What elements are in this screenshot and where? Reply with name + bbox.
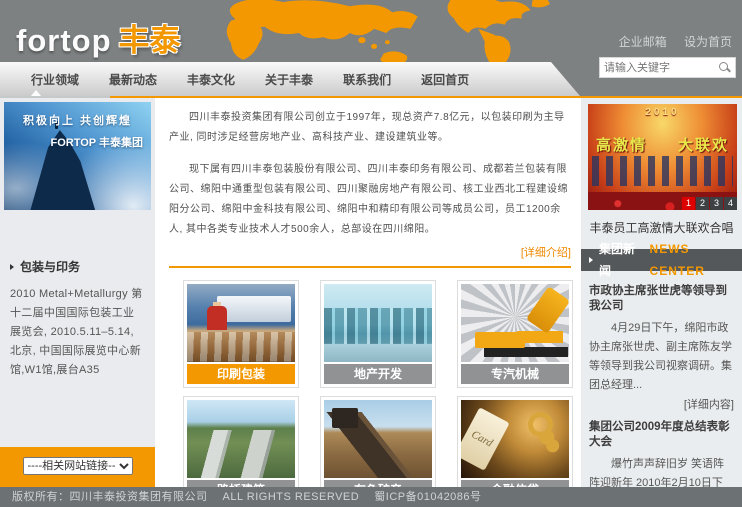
detail-intro-link[interactable]: [详细介绍] bbox=[169, 244, 571, 260]
left-sidebar: 积极向上 共创辉煌 FORTOP 丰泰集团 包装与印务 2010 Metal+M… bbox=[0, 98, 155, 487]
right-sidebar: 2010 高激情 大联欢 1 2 3 4 丰泰员工高激情大联欢合唱 集团新闻 N… bbox=[581, 98, 742, 487]
page-1-button[interactable]: 1 bbox=[682, 197, 695, 210]
related-links-select[interactable]: ----相关网站链接---- bbox=[23, 457, 133, 475]
site-header: fortop丰泰 企业邮箱 设为首页 行业领域 最新动态 丰泰文化 关于丰泰 联… bbox=[0, 0, 742, 96]
related-links-block: ----相关网站链接---- bbox=[0, 447, 155, 487]
page-4-button[interactable]: 4 bbox=[724, 197, 737, 210]
printing-photo bbox=[187, 284, 295, 362]
tile-label: 专汽机械 bbox=[461, 364, 569, 384]
highway-photo bbox=[187, 400, 295, 478]
search-icon[interactable] bbox=[719, 62, 728, 71]
banner-slogan: 积极向上 共创辉煌 bbox=[4, 112, 151, 128]
choir-silhouettes bbox=[592, 156, 733, 186]
logo-latin-text: fortop bbox=[16, 23, 112, 58]
exhibition-text: 2010 Metal+Metallurgy 第十二届中国国际包装工业展览会, 2… bbox=[10, 285, 145, 380]
logo-chinese-text: 丰泰 bbox=[119, 23, 181, 58]
nav-item-industries[interactable]: 行业领域 bbox=[31, 71, 79, 88]
carousel-caption[interactable]: 丰泰员工高激情大联欢合唱 bbox=[581, 219, 742, 236]
stage-banner-left: 高激情 bbox=[596, 134, 647, 155]
nav-item-news[interactable]: 最新动态 bbox=[109, 71, 157, 88]
link-set-homepage[interactable]: 设为首页 bbox=[684, 35, 732, 49]
truck-photo bbox=[461, 284, 569, 362]
nav-item-contact[interactable]: 联系我们 bbox=[343, 71, 391, 88]
news-list: 市政协主席张世虎等领导到我公司 4月29日下午，绵阳市政协主席张世虎、副主席陈友… bbox=[581, 271, 742, 507]
bullet-arrow-icon bbox=[10, 264, 14, 270]
news-item: 市政协主席张世虎等领导到我公司 4月29日下午，绵阳市政协主席张世虎、副主席陈友… bbox=[589, 284, 734, 412]
header-utility-links: 企业邮箱 设为首页 bbox=[605, 33, 732, 50]
bullet-arrow-icon bbox=[589, 257, 593, 263]
real-estate-photo bbox=[324, 284, 432, 362]
page-3-button[interactable]: 3 bbox=[710, 197, 723, 210]
banner-brand: FORTOP 丰泰集团 bbox=[51, 134, 144, 150]
tile-label: 地产开发 bbox=[324, 364, 432, 384]
search-input[interactable] bbox=[600, 58, 720, 77]
world-map-icon bbox=[168, 0, 568, 70]
link-enterprise-mail[interactable]: 企业邮箱 bbox=[619, 35, 667, 49]
news-title[interactable]: 市政协主席张世虎等领导到我公司 bbox=[589, 284, 734, 314]
packaging-print-section: 包装与印务 2010 Metal+Metallurgy 第十二届中国国际包装工业… bbox=[0, 258, 155, 380]
nav-item-home[interactable]: 返回首页 bbox=[421, 71, 469, 88]
nav-item-about[interactable]: 关于丰泰 bbox=[265, 71, 313, 88]
finance-photo: Card bbox=[461, 400, 569, 478]
active-nav-pointer-icon bbox=[31, 90, 41, 96]
news-header-cn: 集团新闻 bbox=[599, 238, 644, 282]
copyright-text: 版权所有：四川丰泰投资集团有限公司 ALL RIGHTS RESERVED 蜀I… bbox=[12, 491, 482, 503]
industry-tiles: 印刷包装 地产开发 专汽机械 路桥建筑 有色矿产 bbox=[183, 280, 571, 504]
company-logo[interactable]: fortop丰泰 bbox=[16, 15, 181, 60]
orange-divider bbox=[169, 266, 571, 268]
news-carousel-photo[interactable]: 2010 高激情 大联欢 1 2 3 4 bbox=[588, 104, 737, 210]
intro-paragraph-2: 现下属有四川丰泰包装股份有限公司、四川丰泰印务有限公司、成都若兰包装有限公司、绵… bbox=[169, 160, 571, 240]
site-footer: 版权所有：四川丰泰投资集团有限公司 ALL RIGHTS RESERVED 蜀I… bbox=[0, 487, 742, 507]
section-title: 包装与印务 bbox=[10, 258, 145, 275]
news-title[interactable]: 集团公司2009年度总结表彰大会 bbox=[589, 420, 734, 450]
page-2-button[interactable]: 2 bbox=[696, 197, 709, 210]
fortop-homepage: fortop丰泰 企业邮箱 设为首页 行业领域 最新动态 丰泰文化 关于丰泰 联… bbox=[0, 0, 742, 507]
stage-year-text: 2010 bbox=[588, 107, 737, 118]
news-excerpt: 4月29日下午，绵阳市政协主席张世虎、副主席陈友学等领导到我公司视察调研。集团总… bbox=[589, 319, 734, 395]
nav-item-culture[interactable]: 丰泰文化 bbox=[187, 71, 235, 88]
search-box bbox=[599, 57, 736, 78]
tile-label: 印刷包装 bbox=[187, 364, 295, 384]
card-graphic: Card bbox=[461, 407, 510, 471]
intro-paragraph-1: 四川丰泰投资集团有限公司创立于1997年，现总资产7.8亿元，以包装印刷为主导产… bbox=[169, 108, 571, 148]
news-center-header: 集团新闻 NEWS CENTER bbox=[581, 249, 742, 271]
main-navigation: 行业领域 最新动态 丰泰文化 关于丰泰 联系我们 返回首页 bbox=[0, 62, 585, 96]
mining-photo bbox=[324, 400, 432, 478]
news-more-link[interactable]: [详细内容] bbox=[589, 396, 734, 412]
tile-special-vehicles[interactable]: 专汽机械 bbox=[457, 280, 573, 388]
carousel-pagination: 1 2 3 4 bbox=[681, 197, 737, 210]
stage-banner-right: 大联欢 bbox=[678, 134, 729, 155]
tile-printing-packaging[interactable]: 印刷包装 bbox=[183, 280, 299, 388]
sidebar-banner-photo: 积极向上 共创辉煌 FORTOP 丰泰集团 bbox=[4, 102, 151, 210]
main-content: 四川丰泰投资集团有限公司创立于1997年，现总资产7.8亿元，以包装印刷为主导产… bbox=[155, 98, 581, 487]
tile-real-estate[interactable]: 地产开发 bbox=[320, 280, 436, 388]
news-header-en: NEWS CENTER bbox=[650, 238, 742, 282]
